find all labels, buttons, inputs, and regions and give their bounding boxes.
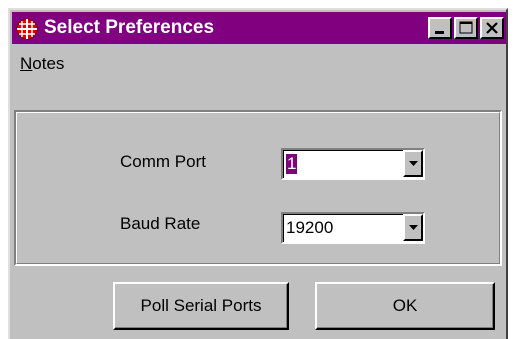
- preferences-window: Select Preferences Notes Comm Port 1 Bau…: [8, 8, 508, 339]
- poll-serial-ports-label: Poll Serial Ports: [140, 296, 262, 315]
- comm-port-label: Comm Port: [120, 152, 206, 171]
- ok-label: OK: [392, 296, 418, 315]
- ok-button[interactable]: OK: [315, 282, 495, 330]
- comm-port-value: 1: [286, 154, 298, 174]
- menu-bar: Notes: [12, 46, 506, 80]
- baud-rate-dropdown[interactable]: 19200: [281, 212, 425, 244]
- baud-rate-label: Baud Rate: [120, 214, 201, 233]
- close-button[interactable]: [480, 17, 504, 39]
- window-title: Select Preferences: [44, 17, 215, 38]
- menu-item-notes[interactable]: Notes: [20, 54, 64, 74]
- comm-port-dropdown[interactable]: 1: [281, 148, 425, 180]
- baud-rate-value: 19200: [286, 218, 334, 237]
- poll-serial-ports-button[interactable]: Poll Serial Ports: [113, 282, 289, 330]
- menu-mnemonic: N: [20, 54, 33, 73]
- minimize-button[interactable]: [428, 17, 452, 39]
- globe-grid-icon[interactable]: [16, 18, 38, 40]
- comm-port-dropdown-button[interactable]: [403, 150, 423, 177]
- preferences-group: Comm Port 1 Baud Rate 19200: [14, 110, 502, 266]
- baud-rate-dropdown-button[interactable]: [403, 214, 423, 241]
- maximize-button[interactable]: [454, 17, 478, 39]
- title-bar[interactable]: Select Preferences: [12, 12, 506, 44]
- menu-item-label: otes: [32, 54, 65, 73]
